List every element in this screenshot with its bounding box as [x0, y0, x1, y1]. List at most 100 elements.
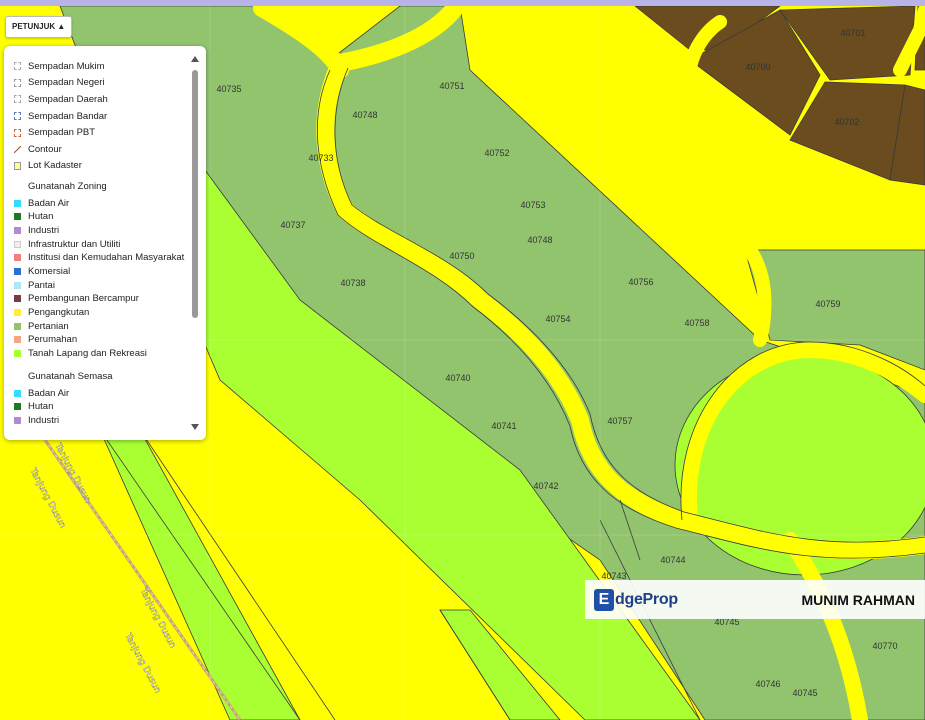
lot-number-label: 40759	[815, 299, 840, 309]
legend-label: Badan Air	[28, 387, 70, 399]
legend-item[interactable]: Badan Air	[14, 196, 189, 210]
legend-label: Badan Air	[28, 197, 70, 209]
scroll-thumb[interactable]	[192, 70, 198, 318]
lot-number-label: 40741	[491, 421, 516, 431]
legend-scrollbar[interactable]	[190, 56, 200, 430]
legend-label: Sempadan Mukim	[28, 60, 105, 72]
legend-item[interactable]: Tanah Lapang dan Rekreasi	[14, 347, 189, 361]
legend-label: Komersial	[28, 265, 71, 277]
legend-label: Infrastruktur dan Utiliti	[28, 238, 121, 250]
legend-item[interactable]: Sempadan Negeri	[14, 75, 189, 92]
color-swatch-icon	[14, 417, 21, 425]
legend-item[interactable]: Pembangunan Bercampur	[14, 292, 189, 306]
scroll-down-icon[interactable]	[191, 424, 199, 430]
color-swatch-icon	[14, 240, 21, 248]
legend-item[interactable]: Pertanian	[14, 319, 189, 333]
boundary-swatch-icon	[14, 112, 21, 121]
color-swatch-icon	[14, 213, 21, 221]
lot-number-label: 40742	[533, 481, 558, 491]
color-swatch-icon	[14, 281, 21, 289]
color-swatch-icon	[14, 226, 21, 234]
legend-label: Hutan	[28, 211, 54, 223]
lot-number-label: 40758	[684, 318, 709, 328]
legend-label: Pengangkutan	[28, 307, 90, 318]
legend-label: Contour	[28, 143, 62, 155]
legend-item[interactable]: Sempadan PBT	[14, 124, 189, 141]
lot-number-label: 40750	[449, 251, 474, 261]
legend-item[interactable]: Hutan	[14, 210, 189, 224]
legend-item[interactable]: Industri	[14, 414, 189, 428]
author-name: MUNIM RAHMAN	[801, 591, 915, 608]
lot-number-label: 40753	[520, 200, 545, 210]
color-swatch-icon	[14, 389, 21, 397]
legend-item[interactable]: Institusi dan Kemudahan Masyarakat	[14, 251, 189, 265]
legend-label: Perumahan	[28, 334, 78, 346]
legend-item[interactable]: Perumahan	[14, 333, 189, 347]
legend-panel[interactable]: Sempadan Mukim Sempadan Negeri Sempadan Da…	[4, 46, 206, 440]
legend-item[interactable]: Sempadan Bandar	[14, 108, 189, 125]
color-swatch-icon	[14, 309, 21, 316]
lot-number-label: 40756	[628, 277, 653, 287]
legend-item[interactable]: Hutan	[14, 400, 189, 414]
legend-label: Institusi dan Kemudahan Masyarakat	[28, 252, 185, 264]
legend-item[interactable]: Infrastruktur dan Utiliti	[14, 237, 189, 251]
edgeprop-logo-icon: E	[594, 588, 614, 611]
color-swatch-icon	[14, 199, 21, 207]
legend-item-contour[interactable]: Contour	[14, 141, 189, 158]
legend-item[interactable]: Pengangkutan	[14, 306, 189, 320]
lot-number-label: 40752	[484, 148, 509, 158]
legend-label: Industri	[28, 415, 60, 427]
legend-label: Pertanian	[28, 320, 69, 332]
legend-section-zoning: Gunatanah Zoning	[28, 181, 107, 193]
boundary-swatch-icon	[14, 128, 21, 137]
legend-item[interactable]: Badan Air	[14, 386, 189, 400]
color-swatch-icon	[14, 322, 21, 330]
legend-label: Sempadan Bandar	[28, 110, 108, 122]
lot-number-label: 40738	[340, 278, 365, 288]
edgeprop-logo: E dgeProp	[594, 588, 678, 611]
legend-list: Sempadan Mukim Sempadan Negeri Sempadan Da…	[4, 46, 189, 440]
color-swatch-icon	[14, 254, 21, 262]
legend-label: Hutan	[28, 401, 54, 413]
edgeprop-logo-text: dgeProp	[615, 590, 678, 608]
legend-label: Pembangunan Bercampur	[28, 293, 139, 305]
lot-number-label: 40701	[840, 28, 865, 38]
color-swatch-icon	[14, 336, 21, 344]
lot-number-label: 40735	[216, 84, 241, 94]
color-swatch-icon	[14, 267, 21, 275]
lot-number-label: 40757	[607, 416, 632, 426]
lot-number-label: 40746	[755, 679, 780, 689]
lot-number-label: 40737	[280, 220, 305, 230]
contour-icon	[14, 145, 21, 153]
legend-label: Sempadan Negeri	[28, 77, 105, 89]
legend-label: Sempadan PBT	[28, 127, 96, 139]
legend-label: Industri	[28, 224, 60, 236]
legend-label: Tanah Lapang dan Rekreasi	[28, 348, 147, 360]
lot-number-label: 40745	[792, 688, 817, 698]
legend-label: Pantai	[28, 279, 55, 291]
lot-number-label: 40740	[445, 373, 470, 383]
lot-number-label: 40733	[308, 153, 333, 163]
legend-section-semasa: Gunatanah Semasa	[28, 371, 113, 383]
legend-item[interactable]: Sempadan Daerah	[14, 91, 189, 108]
legend-item[interactable]: Industri	[14, 224, 189, 238]
color-swatch-icon	[14, 350, 21, 358]
scroll-up-icon[interactable]	[191, 56, 199, 62]
legend-item-lot[interactable]: Lot Kadaster	[14, 158, 189, 175]
legend-label: Sempadan Daerah	[28, 93, 108, 105]
legend-item[interactable]: Komersial	[14, 265, 189, 279]
lot-number-label: 40754	[545, 314, 570, 324]
color-swatch-icon	[14, 295, 21, 303]
lot-swatch-icon	[14, 161, 21, 170]
top-bar	[0, 0, 925, 6]
legend-item[interactable]: Sempadan Mukim	[14, 58, 189, 75]
lot-number-label: 40702	[834, 117, 859, 127]
legend-item[interactable]: Pantai	[14, 278, 189, 292]
boundary-swatch-icon	[14, 95, 21, 104]
watermark-banner: E dgeProp MUNIM RAHMAN	[585, 580, 925, 619]
lot-number-label: 40744	[660, 555, 685, 565]
lot-number-label: 40700	[745, 62, 770, 72]
legend-label: Lot Kadaster	[28, 160, 82, 172]
lot-number-label: 40770	[872, 641, 897, 651]
petunjuk-button[interactable]: PETUNJUK ▲	[5, 16, 73, 38]
